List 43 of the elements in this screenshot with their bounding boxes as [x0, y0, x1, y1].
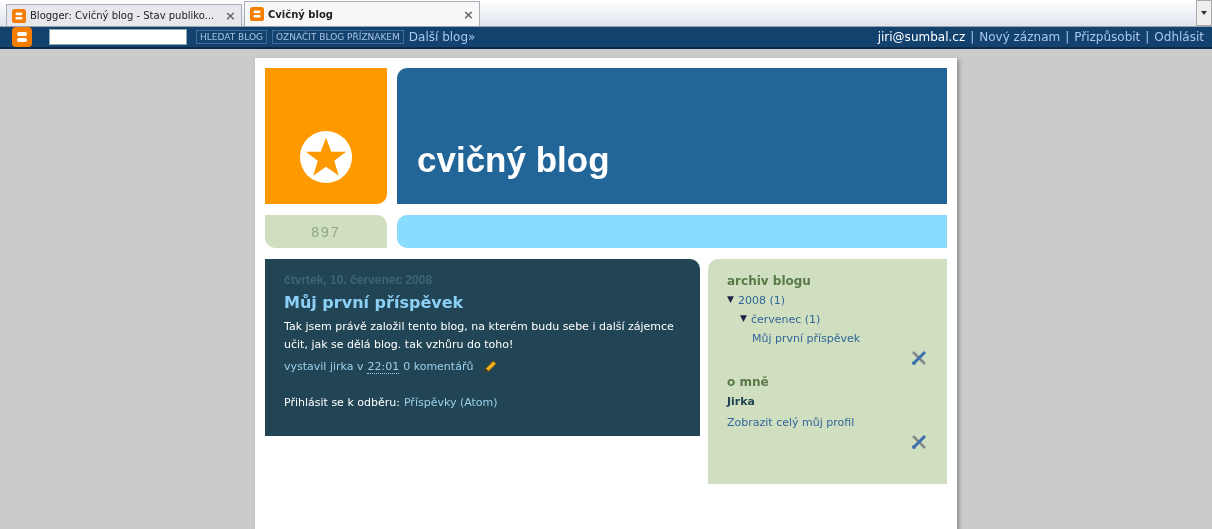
- tools-icon[interactable]: [910, 433, 928, 451]
- badge-number: 897: [311, 223, 341, 240]
- separator: |: [1145, 30, 1150, 44]
- separator: |: [970, 30, 975, 44]
- expand-toggle[interactable]: ▼: [740, 313, 747, 326]
- expand-toggle[interactable]: ▼: [727, 294, 734, 307]
- post-title[interactable]: Můj první příspěvek: [284, 293, 681, 312]
- navbar-button[interactable]: HLEDAT BLOG: [196, 30, 267, 44]
- navbar-link[interactable]: Nový záznam: [979, 30, 1061, 44]
- tab-title: Blogger: Cvičný blog - Stav publiko...: [30, 10, 216, 21]
- browser-tab[interactable]: Cvičný blog ×: [244, 1, 480, 26]
- post-time-link[interactable]: 22:01: [367, 359, 400, 374]
- close-tab-button[interactable]: ×: [225, 8, 236, 23]
- profile-link[interactable]: Zobrazit celý můj profil: [727, 416, 928, 429]
- separator: |: [1065, 30, 1070, 44]
- pencil-icon[interactable]: [483, 359, 499, 374]
- tools-icon[interactable]: [910, 349, 928, 367]
- blog-title: cvičný blog: [417, 140, 610, 180]
- navbar-link[interactable]: Odhlásit: [1154, 30, 1204, 44]
- archive-link[interactable]: 2008 (1): [737, 294, 785, 307]
- post-text: Tak jsem právě založil tento blog, na kterém budu sebe i další zájemce učit, jak se dělá blog. tak vzhůru do toho!: [284, 319, 675, 353]
- search-field[interactable]: [49, 29, 187, 45]
- browser-tab[interactable]: Blogger: Cvičný blog - Stav publiko... ×: [6, 4, 242, 26]
- archive-post-link[interactable]: Můj první příspěvek: [752, 332, 861, 345]
- blogger-logo-icon[interactable]: [12, 27, 32, 47]
- user-email: jiri@sumbal.cz: [877, 30, 966, 44]
- blogger-logo-icon: [250, 7, 264, 21]
- widget-title: o mně: [727, 375, 770, 389]
- post-author: vystavil jirka v: [284, 360, 364, 373]
- author-name: Jirka: [727, 395, 757, 408]
- tab-title: Cvičný blog: [268, 8, 334, 20]
- tab-list-button[interactable]: [1196, 0, 1212, 26]
- subscribe-label: Přihlásit se k odběru:: [284, 396, 400, 409]
- caret-icon: [1201, 11, 1207, 15]
- close-tab-button[interactable]: ×: [463, 6, 474, 22]
- feed-link[interactable]: Příspěvky (Atom): [403, 396, 498, 409]
- archive-link[interactable]: červenec (1): [750, 313, 821, 326]
- widget-title: archiv blogu: [727, 274, 812, 288]
- navbar-link[interactable]: Přizpůsobit: [1074, 30, 1141, 44]
- blogger-logo-icon: [12, 8, 26, 23]
- comments-link[interactable]: 0 komentářů: [403, 360, 474, 373]
- navbar-button[interactable]: OZNAČIT BLOG PŘÍZNAKEM: [272, 30, 404, 44]
- next-blog-link[interactable]: Další blog»: [408, 30, 476, 44]
